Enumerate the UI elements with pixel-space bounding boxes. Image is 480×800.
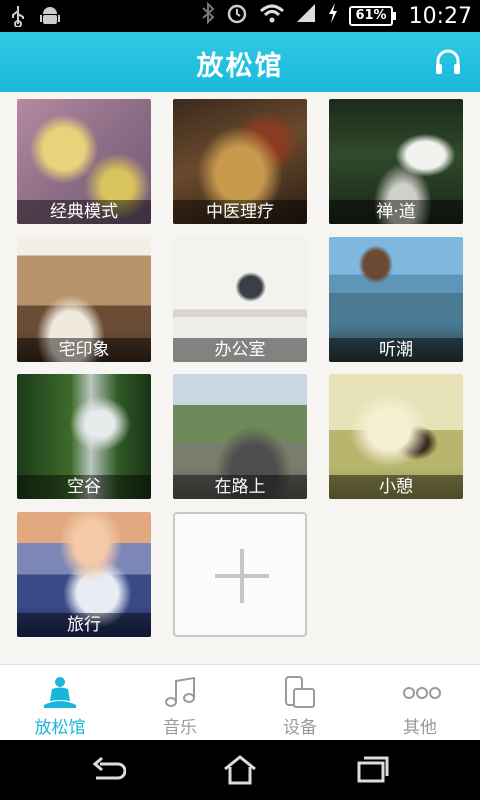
tile-tcm-therapy[interactable]: 中医理疗 bbox=[173, 99, 307, 224]
tab-label: 其他 bbox=[403, 718, 437, 738]
tile-zen[interactable]: 禅·道 bbox=[329, 99, 463, 224]
tile-office[interactable]: 办公室 bbox=[173, 237, 307, 362]
android-icon bbox=[40, 5, 60, 33]
tile-label: 经典模式 bbox=[17, 200, 151, 224]
bluetooth-icon bbox=[201, 1, 215, 30]
charging-icon bbox=[327, 2, 339, 30]
usb-icon bbox=[10, 5, 26, 33]
tile-label: 小憩 bbox=[329, 475, 463, 499]
tab-label: 放松馆 bbox=[34, 718, 86, 738]
tile-label: 禅·道 bbox=[329, 200, 463, 224]
battery-indicator: 61% bbox=[349, 6, 396, 26]
alarm-icon bbox=[225, 2, 249, 30]
tile-label: 中医理疗 bbox=[173, 200, 307, 224]
system-nav-bar bbox=[0, 740, 480, 800]
music-note-icon bbox=[162, 675, 198, 711]
back-icon[interactable] bbox=[90, 754, 127, 786]
recent-apps-icon[interactable] bbox=[355, 754, 391, 786]
scene-grid: 经典模式 中医理疗 禅·道 宅印象 办公室 听潮 空谷 在路上 小憩 旅行 bbox=[0, 92, 480, 664]
tab-music[interactable]: 音乐 bbox=[120, 665, 240, 741]
headphones-icon[interactable] bbox=[434, 48, 462, 76]
bottom-tab-bar: 放松馆 音乐 设备 其他 bbox=[0, 664, 480, 740]
tile-on-the-road[interactable]: 在路上 bbox=[173, 374, 307, 499]
add-scene-button[interactable] bbox=[173, 512, 307, 637]
tile-label: 办公室 bbox=[173, 338, 307, 362]
tab-more[interactable]: 其他 bbox=[360, 665, 480, 741]
signal-icon bbox=[295, 2, 317, 30]
tile-label: 听潮 bbox=[329, 338, 463, 362]
tab-label: 设备 bbox=[283, 718, 317, 738]
tile-valley[interactable]: 空谷 bbox=[17, 374, 151, 499]
page-title: 放松馆 bbox=[196, 51, 284, 82]
tab-label: 音乐 bbox=[163, 718, 197, 738]
tile-label: 在路上 bbox=[173, 475, 307, 499]
wifi-icon bbox=[259, 2, 285, 30]
tile-home[interactable]: 宅印象 bbox=[17, 237, 151, 362]
tab-relax[interactable]: 放松馆 bbox=[0, 665, 120, 741]
tile-tide[interactable]: 听潮 bbox=[329, 237, 463, 362]
devices-icon bbox=[282, 675, 318, 711]
tab-devices[interactable]: 设备 bbox=[240, 665, 360, 741]
tile-travel[interactable]: 旅行 bbox=[17, 512, 151, 637]
status-bar: 61% 10:27 bbox=[0, 0, 480, 32]
clock: 10:27 bbox=[408, 3, 472, 29]
tile-label: 旅行 bbox=[17, 613, 151, 637]
home-icon[interactable] bbox=[222, 754, 258, 786]
meditation-icon bbox=[42, 675, 78, 711]
tile-label: 空谷 bbox=[17, 475, 151, 499]
app-header: 放松馆 bbox=[0, 32, 480, 92]
more-icon bbox=[402, 675, 441, 711]
tile-classic-mode[interactable]: 经典模式 bbox=[17, 99, 151, 224]
tile-label: 宅印象 bbox=[17, 338, 151, 362]
tile-nap[interactable]: 小憩 bbox=[329, 374, 463, 499]
